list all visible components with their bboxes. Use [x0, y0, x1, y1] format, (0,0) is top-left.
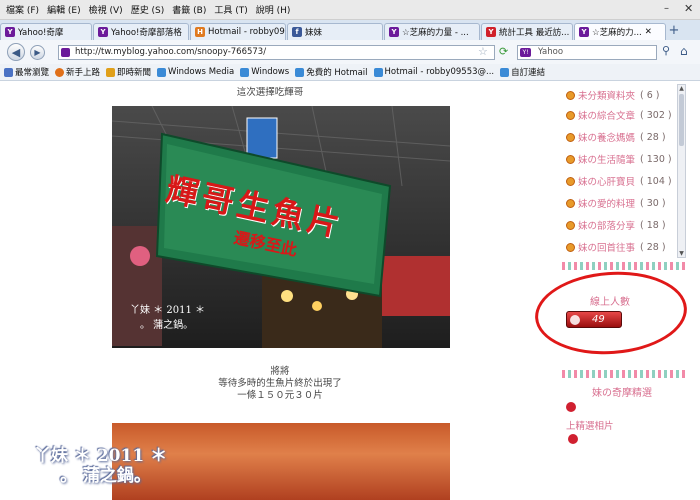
scrollbar-thumb[interactable] — [679, 94, 684, 146]
menu-help[interactable]: 說明 (H) — [256, 3, 291, 16]
yahoo-icon: Y — [5, 27, 15, 37]
yahoo-icon: Y — [98, 27, 108, 37]
sidebar-category[interactable]: 妹の生活隨筆( 130 ) — [566, 150, 672, 168]
category-icon — [566, 220, 575, 230]
forward-button[interactable]: ▶ — [30, 45, 45, 60]
bookmark-most-visited[interactable]: 最常瀏覽 — [4, 66, 49, 78]
windows-icon — [157, 67, 167, 77]
back-arrow-icon: ◀ — [11, 45, 21, 59]
new-tab-button[interactable]: + — [667, 23, 681, 40]
search-input[interactable]: Yahoo — [517, 45, 657, 60]
category-icon — [566, 90, 575, 100]
windows-icon — [373, 67, 383, 77]
tab-yahoo-blog[interactable]: Y Yahoo!奇摩部落格 — [93, 23, 189, 40]
category-icon — [566, 132, 575, 142]
tab-strip: Y Yahoo!奇摩 Y Yahoo!奇摩部落格 H Hotmail - robby0… — [0, 20, 700, 40]
menu-edit[interactable]: 編輯 (E) — [47, 3, 81, 16]
bookmark-news[interactable]: 即時新聞 — [106, 66, 151, 78]
home-icon[interactable]: ⌂ — [680, 44, 688, 58]
post-text: 將將 等待多時的生魚片終於出現了 一條１５０元３０片 — [210, 366, 350, 402]
tab-active-blog[interactable]: Y ☆芝麻的力... ✕ — [574, 23, 666, 40]
bookmark-windows-media[interactable]: Windows Media — [157, 67, 234, 77]
windows-icon — [295, 67, 305, 77]
bookmark-free-hotmail[interactable]: 免費的 Hotmail — [295, 66, 368, 78]
tab-blog-1[interactable]: Y ☆芝麻的力量 - ... — [384, 23, 480, 40]
bookmarks-bar: 最常瀏覽 新手上路 即時新聞 Windows Media Windows 免費的… — [0, 64, 700, 81]
bookmark-custom-links[interactable]: 自訂連結 — [500, 66, 545, 78]
rose-icon — [566, 402, 576, 412]
site-icon — [61, 48, 70, 57]
sidebar-category[interactable]: 妹の綜合文章( 302 ) — [566, 106, 672, 124]
footer-watermark: 丫妹 ＊ 2011 ＊ 。 蒲之鍋。 — [34, 446, 168, 486]
back-button[interactable]: ◀ — [7, 43, 25, 61]
sidebar-scrollbar[interactable]: ▲ ▼ — [677, 84, 686, 258]
category-icon — [566, 242, 575, 252]
yahoo-icon: Y — [389, 27, 399, 37]
featured-section-title: 妹の奇摩精選 — [592, 388, 652, 399]
menu-history[interactable]: 歷史 (S) — [131, 3, 165, 16]
yahoo-icon: Y — [486, 27, 496, 37]
sidebar-category[interactable]: 妹の部落分享( 18 ) — [566, 216, 666, 234]
windows-icon — [240, 67, 250, 77]
hotmail-icon: H — [195, 27, 205, 37]
reload-icon[interactable]: ⟳ — [499, 45, 508, 58]
address-bar[interactable]: http://tw.myblog.yahoo.com/snoopy-766573… — [58, 45, 495, 60]
category-icon — [566, 198, 575, 208]
bookmark-hotmail[interactable]: Hotmail - robby09553@... — [373, 67, 494, 77]
bookmark-star-icon[interactable]: ☆ — [478, 45, 488, 58]
menu-file[interactable]: 檔案 (F) — [6, 3, 39, 16]
post-line: 將將 — [270, 366, 290, 377]
scroll-up-icon[interactable]: ▲ — [678, 85, 685, 92]
firefox-icon — [55, 67, 65, 77]
bookmark-windows[interactable]: Windows — [240, 67, 289, 77]
sidebar-category[interactable]: 未分類資料夾( 6 ) — [566, 86, 660, 104]
windows-icon — [500, 67, 510, 77]
post-photo[interactable]: 輝哥生魚片 遷移至此 丫妹 ＊ 2011 ＊ 。 蒲之鍋。 — [112, 106, 450, 348]
sidebar-category[interactable]: 妹の回首往事( 28 ) — [566, 238, 666, 256]
rose-icon — [568, 434, 578, 444]
divider — [562, 262, 686, 270]
category-icon — [566, 176, 575, 186]
window-minimize-button[interactable]: – — [664, 3, 674, 15]
category-icon — [566, 110, 575, 120]
facebook-icon: f — [292, 27, 302, 37]
search-icon[interactable]: ⚲ — [662, 44, 670, 57]
post-line: 等待多時的生魚片終於出現了 — [218, 378, 342, 389]
sidebar-category[interactable]: 妹の心肝寶貝( 104 ) — [566, 172, 672, 190]
tab-facebook[interactable]: f 妹妹 — [287, 23, 383, 40]
close-tab-icon[interactable]: ✕ — [645, 27, 652, 37]
tab-hotmail[interactable]: HHotmail - robby095... — [190, 23, 286, 40]
bookmark-getting-started[interactable]: 新手上路 — [55, 66, 100, 78]
post-caption-top: 這次選擇吃輝哥 — [236, 87, 304, 98]
window-close-button[interactable]: ✕ — [684, 2, 696, 16]
menu-view[interactable]: 檢視 (V) — [89, 3, 123, 16]
forward-arrow-icon: ▶ — [34, 48, 41, 57]
post-line: 一條１５０元３０片 — [237, 390, 323, 401]
featured-photo-link[interactable]: 上精選相片 — [566, 418, 614, 432]
search-engine-icon[interactable]: Y! — [520, 48, 531, 57]
rss-icon — [106, 67, 116, 77]
tab-yahoo[interactable]: Y Yahoo!奇摩 — [0, 23, 92, 40]
divider — [562, 370, 686, 378]
category-icon — [566, 154, 575, 164]
menu-bar: 檔案 (F) 編輯 (E) 檢視 (V) 歷史 (S) 書籤 (B) 工具 (T… — [0, 0, 700, 20]
photo-watermark: 丫妹 ＊ 2011 ＊ 。 蒲之鍋。 — [130, 305, 205, 331]
sidebar-category[interactable]: 妹の養念媽媽( 28 ) — [566, 128, 666, 146]
scroll-down-icon[interactable]: ▼ — [678, 250, 685, 257]
menu-tools[interactable]: 工具 (T) — [214, 3, 247, 16]
menu-bookmarks[interactable]: 書籤 (B) — [172, 3, 206, 16]
yahoo-icon: Y — [579, 27, 589, 37]
bookmark-icon — [4, 67, 13, 77]
tab-stats[interactable]: Y 統計工具 最近訪... — [481, 23, 573, 40]
sidebar-category[interactable]: 妹の愛的料理( 30 ) — [566, 194, 666, 212]
